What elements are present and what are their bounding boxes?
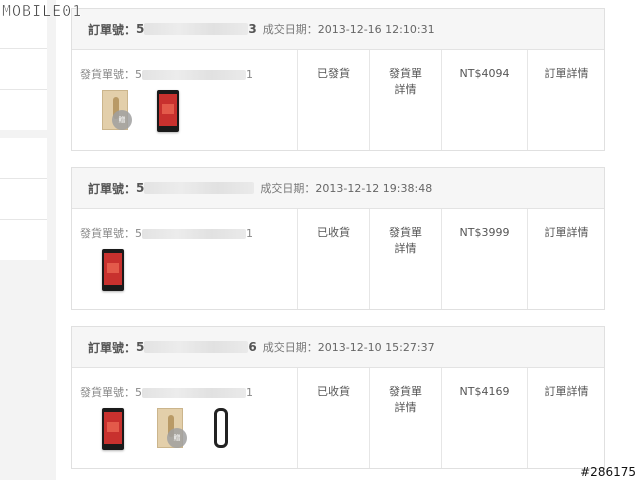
sidebar (0, 0, 48, 480)
shipping-number-start: 5 (135, 227, 142, 240)
sidebar-panel-bottom (0, 138, 47, 260)
shipping-number-start: 5 (135, 386, 142, 399)
invoice-detail-link[interactable]: 發貨單詳情 (369, 50, 441, 150)
order-price: NT$3999 (441, 209, 527, 309)
order-number-blurred (144, 23, 249, 35)
gift-badge: 贈 (112, 110, 132, 130)
order-number-blurred (144, 341, 249, 353)
order-number-end: 6 (248, 340, 257, 354)
phone-image[interactable] (157, 90, 179, 132)
deal-date: 2013-12-16 12:10:31 (317, 22, 435, 36)
sidebar-divider (0, 48, 47, 49)
order-detail-link[interactable]: 訂單詳情 (527, 368, 605, 468)
order-number-start: 5 (136, 181, 145, 195)
shipment-status: 已收貨 (297, 368, 369, 468)
gift-badge: 贈 (167, 428, 187, 448)
shipping-number-label: 發貨單號： (80, 386, 135, 399)
deal-date-label: 成交日期： (262, 23, 318, 36)
cable-image[interactable] (214, 408, 228, 448)
shipping-number: 發貨單號：5 1 (80, 66, 253, 82)
order-number-label: 訂單號： (88, 181, 137, 196)
shipping-number: 發貨單號：5 1 (80, 225, 253, 241)
sidebar-divider (0, 219, 47, 220)
shipping-number-end: 1 (246, 386, 253, 399)
order-number-blurred (144, 182, 255, 194)
order-number-start: 5 (136, 340, 145, 354)
order-number-label: 訂單號： (88, 340, 137, 355)
deal-date: 2013-12-10 15:27:37 (317, 340, 435, 354)
deal-date: 2013-12-12 19:38:48 (315, 181, 433, 195)
order-detail-link[interactable]: 訂單詳情 (527, 50, 605, 150)
shipping-number-label: 發貨單號： (80, 68, 135, 81)
order-list: 訂單號： 5 3 成交日期： 2013-12-16 12:10:31 發貨單號：… (56, 0, 640, 480)
shipment-status: 已收貨 (297, 209, 369, 309)
order-detail-link[interactable]: 訂單詳情 (527, 209, 605, 309)
invoice-detail-link[interactable]: 發貨單詳情 (369, 209, 441, 309)
sidebar-divider (0, 178, 47, 179)
photo-id: #286175 (580, 465, 636, 479)
shipping-number-blurred (142, 70, 246, 80)
sidebar-divider (0, 89, 47, 90)
site-watermark: MOBILE01 (2, 2, 83, 21)
shipping-number: 發貨單號：5 1 (80, 384, 253, 400)
invoice-detail-link[interactable]: 發貨單詳情 (369, 368, 441, 468)
order-header: 訂單號： 5 6 成交日期： 2013-12-10 15:27:37 (72, 327, 604, 368)
order-body: 發貨單號：5 1 贈 已收貨 發貨單詳情 NT$4169 訂單詳情 (72, 368, 604, 468)
shipping-number-end: 1 (246, 227, 253, 240)
shipment-status: 已發貨 (297, 50, 369, 150)
order-card: 訂單號： 5 成交日期： 2013-12-12 19:38:48 發貨單號：5 1… (71, 167, 605, 310)
phone-image[interactable] (102, 249, 124, 291)
order-header: 訂單號： 5 成交日期： 2013-12-12 19:38:48 (72, 168, 604, 209)
order-number-start: 5 (136, 22, 145, 36)
shipping-number-end: 1 (246, 68, 253, 81)
shipping-number-label: 發貨單號： (80, 227, 135, 240)
order-card: 訂單號： 5 3 成交日期： 2013-12-16 12:10:31 發貨單號：… (71, 8, 605, 151)
order-body: 發貨單號：5 1 贈 已發貨 發貨單詳情 NT$4094 訂單詳情 (72, 50, 604, 150)
phone-image[interactable] (102, 408, 124, 450)
shipping-number-blurred (142, 229, 246, 239)
deal-date-label: 成交日期： (262, 341, 318, 354)
order-price: NT$4169 (441, 368, 527, 468)
shipping-number-blurred (142, 388, 246, 398)
order-number-label: 訂單號： (88, 22, 137, 37)
order-body: 發貨單號：5 1 已收貨 發貨單詳情 NT$3999 訂單詳情 (72, 209, 604, 309)
order-header: 訂單號： 5 3 成交日期： 2013-12-16 12:10:31 (72, 9, 604, 50)
order-price: NT$4094 (441, 50, 527, 150)
shipping-number-start: 5 (135, 68, 142, 81)
order-card: 訂單號： 5 6 成交日期： 2013-12-10 15:27:37 發貨單號：… (71, 326, 605, 469)
deal-date-label: 成交日期： (260, 182, 316, 195)
order-number-end: 3 (248, 22, 257, 36)
